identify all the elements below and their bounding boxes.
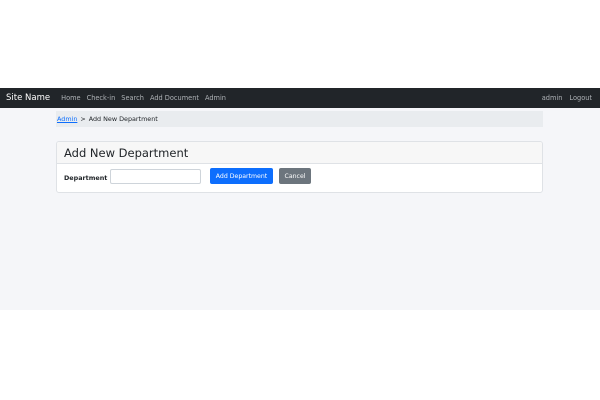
- brand-link[interactable]: Site Name: [6, 93, 50, 103]
- nav-link-search[interactable]: Search: [121, 94, 144, 102]
- nav-links: Home Check-in Search Add Document Admin: [61, 94, 232, 102]
- department-label: Department: [64, 174, 108, 182]
- top-navbar: Site Name Home Check-in Search Add Docum…: [0, 88, 600, 108]
- nav-link-admin[interactable]: Admin: [205, 94, 226, 102]
- breadcrumb-separator: >: [80, 115, 86, 123]
- breadcrumb-current: Add New Department: [88, 115, 158, 123]
- page: Site Name Home Check-in Search Add Docum…: [0, 0, 600, 400]
- card-title: Add New Department: [57, 142, 542, 164]
- nav-link-add-document[interactable]: Add Document: [150, 94, 199, 102]
- nav-link-check-in[interactable]: Check-in: [87, 94, 116, 102]
- cancel-button[interactable]: Cancel: [279, 168, 311, 184]
- breadcrumb: Admin > Add New Department: [56, 111, 543, 127]
- app-area: Site Name Home Check-in Search Add Docum…: [0, 88, 600, 310]
- nav-link-logout[interactable]: Logout: [569, 94, 592, 102]
- breadcrumb-admin-link[interactable]: Admin: [57, 115, 77, 123]
- nav-right: admin Logout: [535, 88, 592, 108]
- department-input[interactable]: [110, 169, 201, 184]
- card-body: Department Add Department Cancel: [57, 164, 542, 192]
- nav-link-home[interactable]: Home: [61, 94, 80, 102]
- nav-link-user[interactable]: admin: [542, 94, 563, 102]
- add-department-button[interactable]: Add Department: [210, 168, 273, 184]
- add-department-card: Add New Department Department Add Depart…: [56, 141, 543, 193]
